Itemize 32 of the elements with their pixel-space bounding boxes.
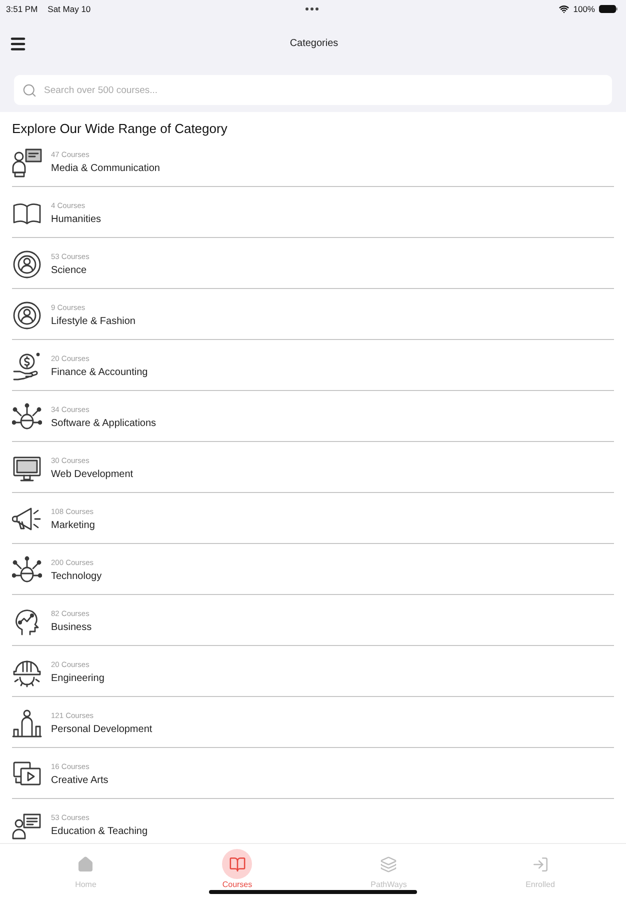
category-name: Creative Arts (51, 775, 108, 787)
category-name: Engineering (51, 673, 104, 685)
section-title: Explore Our Wide Range of Category (12, 122, 228, 136)
open-book-icon (222, 849, 252, 879)
three-dots-icon (305, 7, 319, 11)
person-bars-icon (12, 708, 42, 738)
category-name: Web Development (51, 469, 134, 481)
category-name: Media & Communication (51, 163, 160, 175)
category-name: Science (51, 265, 87, 277)
status-date: Sat May 10 (48, 4, 91, 14)
tab-bar-item[interactable]: Courses (218, 844, 256, 891)
presenter-board-icon (12, 148, 42, 178)
person-circle-icon (12, 250, 42, 280)
menu-button[interactable] (8, 35, 28, 53)
category-name: Lifestyle & Fashion (51, 316, 136, 328)
category-name: Humanities (51, 214, 102, 226)
category-name: Technology (51, 571, 102, 583)
category-name: Education & Teaching (51, 826, 148, 838)
category-name: Marketing (51, 520, 95, 532)
person-circle-icon (12, 300, 42, 330)
battery-percentage: 100% (573, 4, 595, 14)
category-name: Software & Applications (51, 418, 156, 430)
search-field[interactable]: Search over 500 courses... (14, 75, 612, 105)
category-name: Personal Development (51, 724, 152, 736)
coin-hand-icon (12, 352, 42, 382)
category-name: Finance & Accounting (51, 367, 148, 379)
search-icon (22, 82, 37, 98)
status-time: 3:51 PM (6, 4, 38, 14)
page-title: Categories (290, 38, 338, 50)
category-name: Business (51, 622, 92, 634)
battery-icon (599, 5, 618, 13)
wifi-icon (559, 4, 570, 14)
